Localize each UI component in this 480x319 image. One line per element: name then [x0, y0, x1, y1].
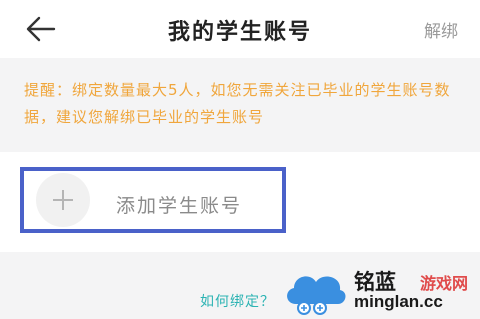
watermark: 铭蓝 游戏网 minglan.cc: [282, 262, 480, 319]
add-student-account-button[interactable]: 添加学生账号: [20, 167, 286, 233]
add-account-label: 添加学生账号: [116, 195, 243, 217]
unbind-button[interactable]: 解绑: [424, 17, 458, 42]
how-to-bind-link[interactable]: 如何绑定？: [200, 291, 275, 311]
plus-icon: [53, 190, 73, 210]
page-title: 我的学生账号: [167, 20, 312, 45]
plus-circle: [36, 173, 90, 227]
watermark-sub: 游戏网: [420, 274, 469, 293]
account-card: 添加学生账号: [0, 152, 480, 252]
watermark-domain: minglan.cc: [354, 292, 443, 311]
top-bar: 我的学生账号 解绑: [0, 0, 480, 58]
cloud-logo-icon: [287, 276, 346, 315]
tip-banner: 提醒：绑定数量最大5人，如您无需关注已毕业的学生账号数据，建议您解绑已毕业的学生…: [0, 64, 480, 146]
tip-text: 提醒：绑定数量最大5人，如您无需关注已毕业的学生账号数据，建议您解绑已毕业的学生…: [24, 81, 451, 126]
